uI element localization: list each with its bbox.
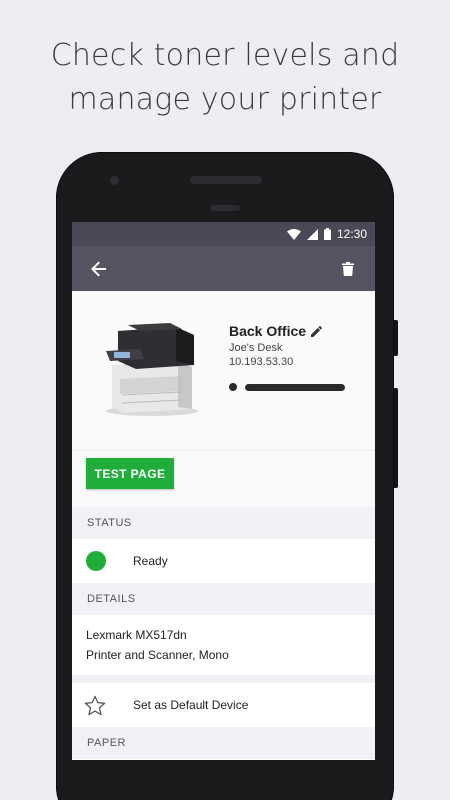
clock: 12:30 xyxy=(336,227,367,241)
device-name-row[interactable]: Back Office xyxy=(229,323,323,339)
speaker-bottom xyxy=(210,205,240,211)
volume-button xyxy=(394,388,398,488)
status-text: Ready xyxy=(133,554,168,568)
section-header-paper: PAPER xyxy=(72,727,375,759)
divider xyxy=(72,675,375,683)
status-indicator xyxy=(86,551,106,571)
device-ip: 10.193.53.30 xyxy=(229,356,294,368)
test-page-button[interactable]: TEST PAGE xyxy=(86,458,174,489)
section-header-details: DETAILS xyxy=(72,583,375,615)
app-bar xyxy=(72,246,375,291)
device-info: Back Office Joe's Desk 10.193.53.30 xyxy=(229,323,323,368)
toner-bar-fill xyxy=(245,383,345,391)
device-card: Back Office Joe's Desk 10.193.53.30 xyxy=(72,291,375,451)
actions-bar: TEST PAGE xyxy=(72,451,375,507)
printer-image xyxy=(106,323,198,416)
signal-icon xyxy=(306,228,318,240)
toner-bar xyxy=(245,383,345,391)
back-button[interactable] xyxy=(88,258,110,280)
set-default-row[interactable]: Set as Default Device xyxy=(72,683,375,727)
details-row: Lexmark MX517dn Printer and Scanner, Mon… xyxy=(72,615,375,675)
trash-icon xyxy=(342,261,354,276)
back-arrow-icon xyxy=(91,261,106,276)
toner-color-dot xyxy=(229,383,237,391)
status-row: Ready xyxy=(72,539,375,583)
power-button xyxy=(394,320,398,356)
device-name: Back Office xyxy=(229,323,307,339)
device-model: Lexmark MX517dn xyxy=(86,628,187,642)
headline-line-1: Check toner levels and xyxy=(50,38,400,73)
toner-indicator xyxy=(229,383,345,391)
headline-line-2: manage your printer xyxy=(68,82,382,117)
app-screen: 12:30 Back Office Joe's Desk 10.193.53.3… xyxy=(72,222,375,760)
delete-button[interactable] xyxy=(337,258,359,280)
device-type: Printer and Scanner, Mono xyxy=(86,648,229,662)
battery-icon xyxy=(323,228,331,240)
wifi-icon xyxy=(286,228,301,240)
section-header-status: STATUS xyxy=(72,507,375,539)
pencil-icon[interactable] xyxy=(311,325,323,337)
camera xyxy=(110,176,119,185)
speaker-top xyxy=(190,176,262,184)
device-location: Joe's Desk xyxy=(229,342,283,354)
star-outline-icon[interactable] xyxy=(84,695,106,716)
status-bar: 12:30 xyxy=(72,222,375,246)
set-default-label: Set as Default Device xyxy=(133,698,249,712)
headline: Check toner levels and manage your print… xyxy=(0,34,450,122)
